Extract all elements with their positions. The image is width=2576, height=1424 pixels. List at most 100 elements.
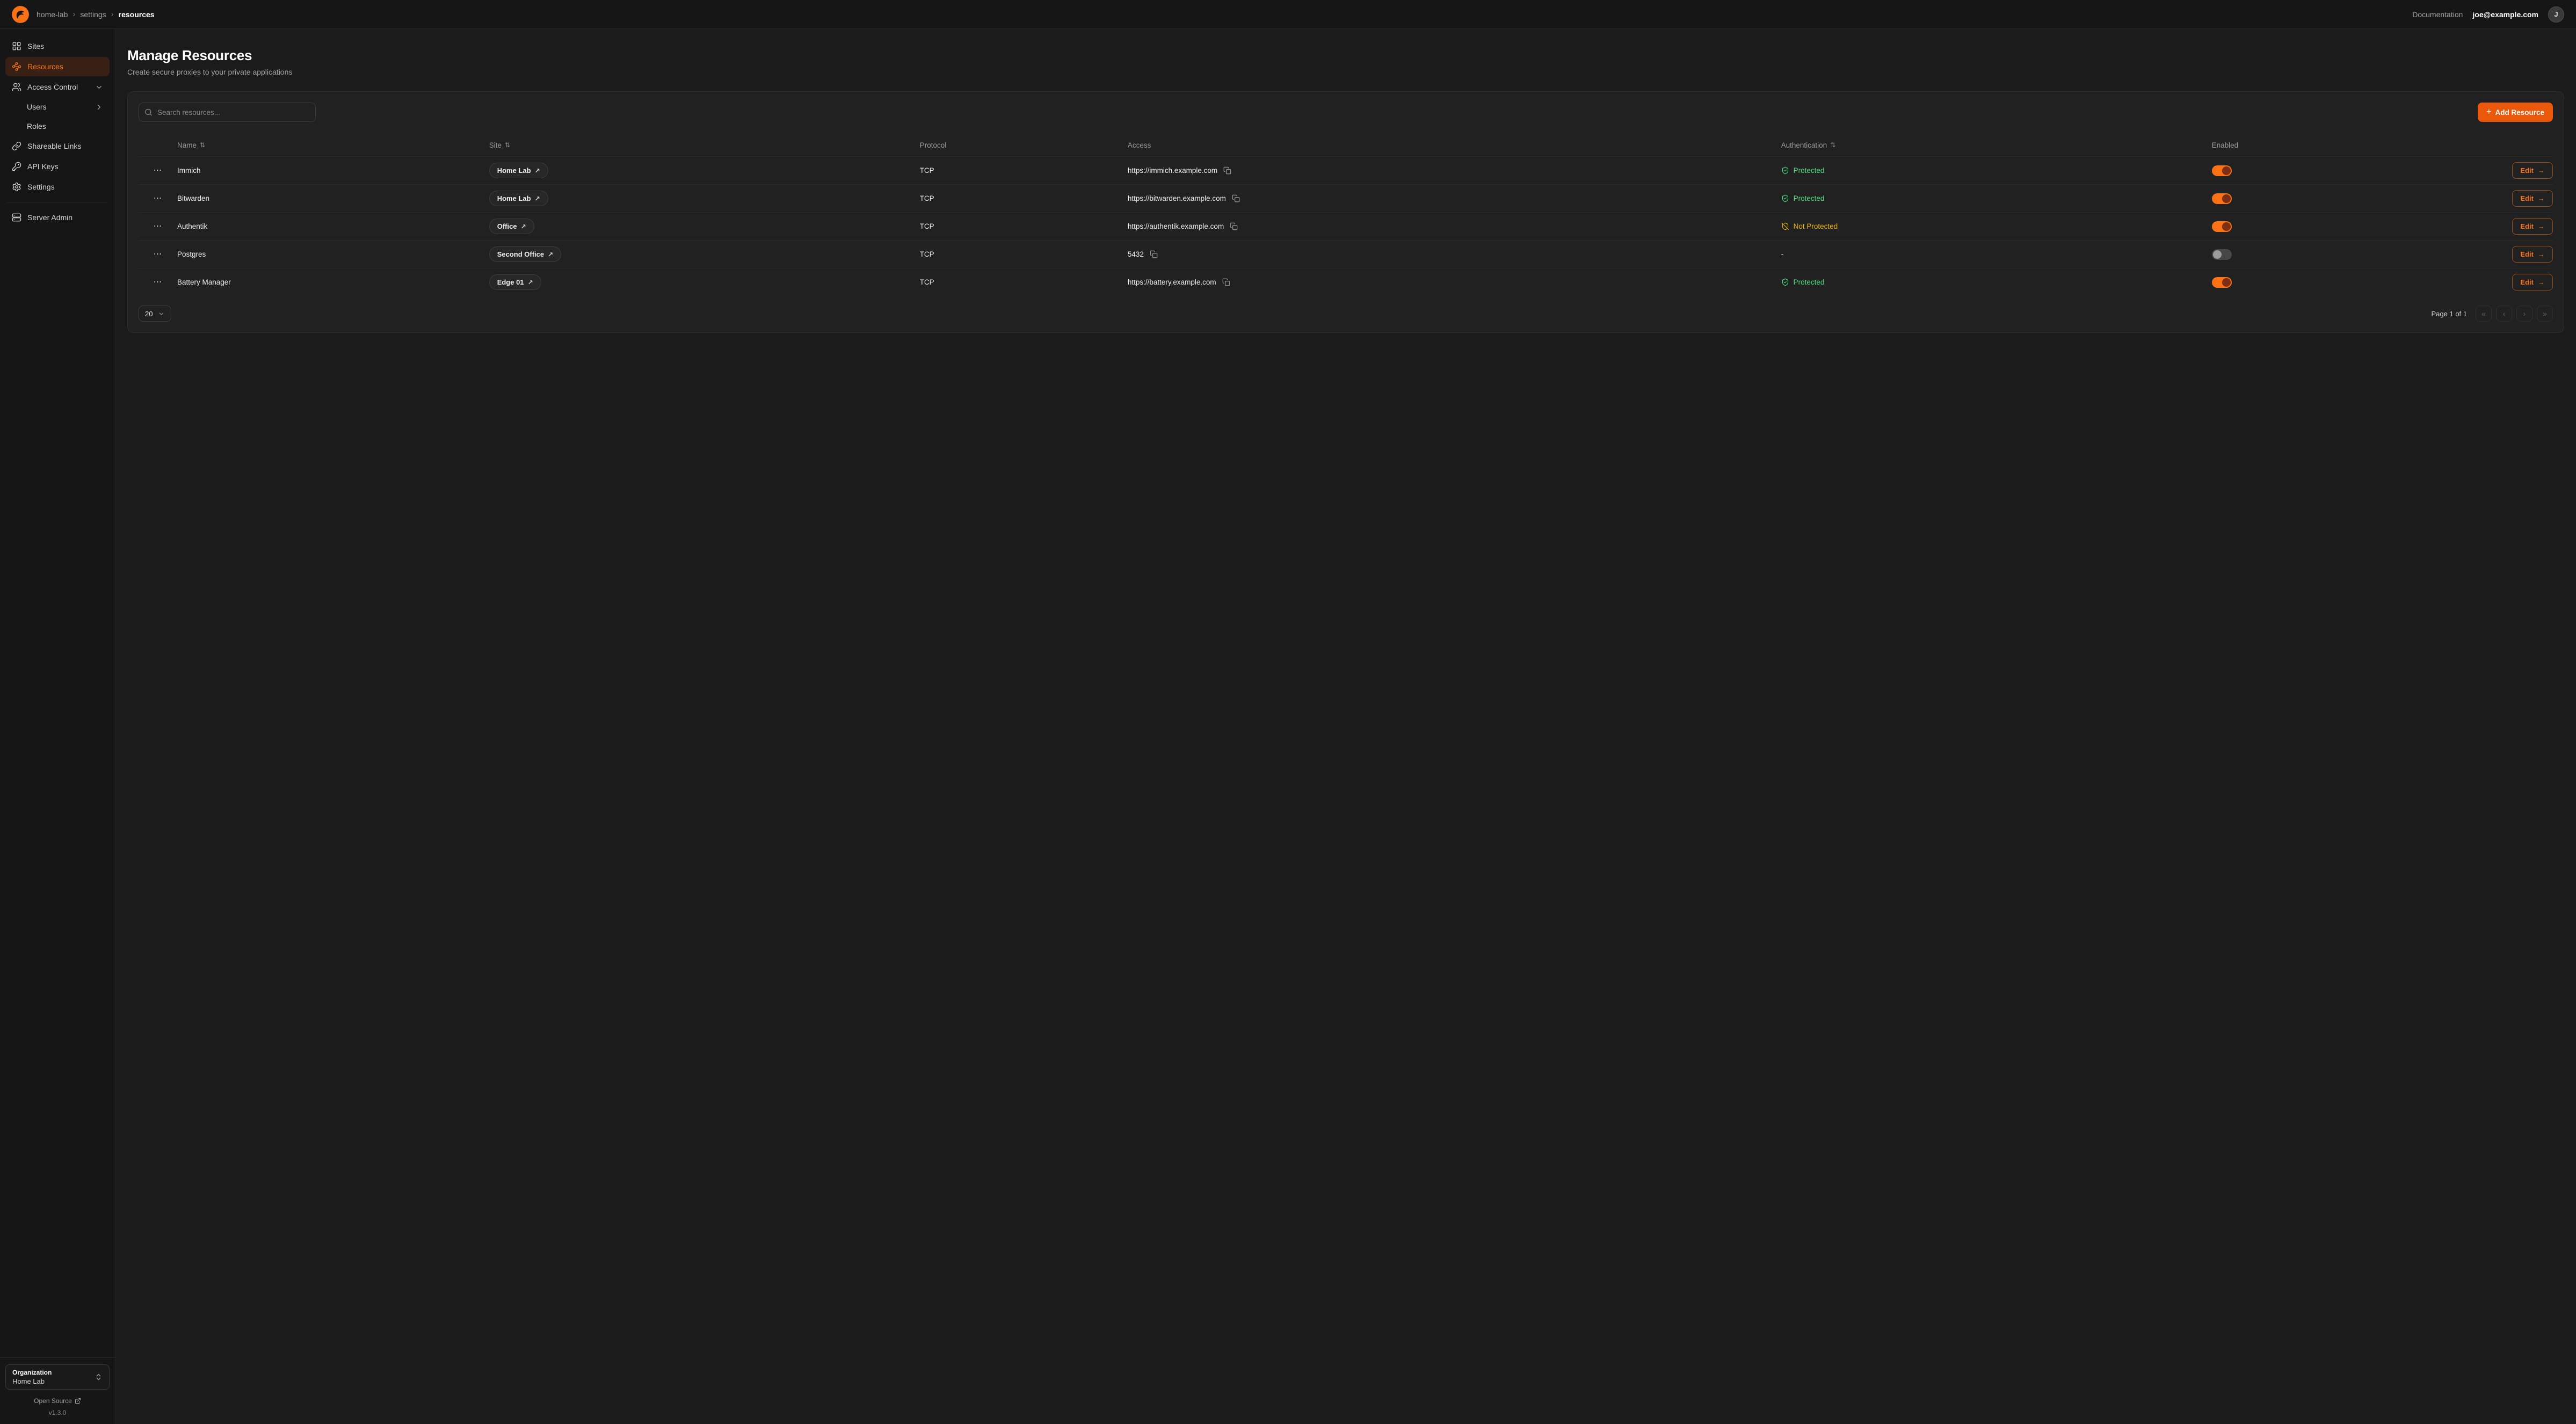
- sidebar-item-server-admin[interactable]: Server Admin: [5, 208, 110, 227]
- row-menu-button[interactable]: ⋯: [149, 276, 167, 289]
- arrow-up-right-icon: ↗: [528, 279, 533, 286]
- column-header-site[interactable]: Site ⇅: [489, 141, 920, 149]
- sidebar-item-label: Users: [27, 103, 47, 111]
- copy-button[interactable]: [1228, 221, 1239, 232]
- search-input[interactable]: [139, 103, 316, 122]
- user-email[interactable]: joe@example.com: [2472, 10, 2538, 19]
- sidebar-item-api-keys[interactable]: API Keys: [5, 157, 110, 176]
- avatar[interactable]: J: [2548, 6, 2564, 23]
- access-value: https://authentik.example.com: [1128, 222, 1224, 230]
- chevron-right-icon: ›: [111, 10, 114, 18]
- arrow-right-icon: →: [2538, 250, 2545, 258]
- table-row: ⋯ Bitwarden Home Lab ↗ TCP https://bitwa…: [139, 184, 2553, 212]
- pagination-next-button[interactable]: ›: [2516, 306, 2533, 322]
- gear-icon: [12, 182, 21, 192]
- copy-icon: [1230, 222, 1238, 230]
- edit-button[interactable]: Edit →: [2512, 274, 2553, 290]
- enabled-toggle[interactable]: [2212, 249, 2232, 260]
- chevron-down-icon: [95, 83, 103, 91]
- breadcrumb-org[interactable]: home-lab: [37, 10, 68, 19]
- search-icon: [144, 108, 153, 117]
- edit-label: Edit: [2520, 278, 2534, 286]
- sidebar-item-access-control[interactable]: Access Control: [5, 77, 110, 97]
- actions-cell: Edit →: [2494, 274, 2553, 290]
- sidebar-item-users[interactable]: Users: [5, 98, 110, 116]
- page-title: Manage Resources: [127, 47, 2564, 64]
- pangolin-logo[interactable]: [12, 6, 29, 23]
- sidebar-item-roles[interactable]: Roles: [5, 117, 110, 135]
- site-link-button[interactable]: Home Lab ↗: [489, 163, 548, 178]
- enabled-toggle[interactable]: [2212, 221, 2232, 232]
- row-menu-button[interactable]: ⋯: [149, 248, 167, 261]
- access-cell: https://battery.example.com: [1128, 277, 1781, 288]
- sidebar-item-sites[interactable]: Sites: [5, 37, 110, 56]
- site-link-button[interactable]: Second Office ↗: [489, 246, 561, 262]
- add-resource-button[interactable]: + Add Resource: [2478, 103, 2553, 122]
- chevrons-right-icon: »: [2543, 309, 2547, 318]
- pagination-first-button[interactable]: «: [2476, 306, 2492, 322]
- pagination-last-button[interactable]: »: [2537, 306, 2553, 322]
- site-cell: Office ↗: [489, 219, 920, 234]
- name-cell: Immich: [177, 166, 489, 175]
- site-link-button[interactable]: Office ↗: [489, 219, 534, 234]
- chevrons-left-icon: «: [2481, 309, 2486, 318]
- copy-icon: [1232, 194, 1240, 202]
- resources-table: Name ⇅ Site ⇅ Protocol Access: [139, 134, 2553, 296]
- column-header-authentication[interactable]: Authentication ⇅: [1781, 141, 2212, 149]
- pagination-prev-button[interactable]: ‹: [2496, 306, 2512, 322]
- row-menu-button[interactable]: ⋯: [149, 220, 167, 233]
- open-source-link[interactable]: Open Source: [5, 1397, 110, 1405]
- site-link-button[interactable]: Home Lab ↗: [489, 191, 548, 206]
- copy-button[interactable]: [1222, 165, 1233, 176]
- chevron-right-icon: [95, 103, 103, 111]
- copy-button[interactable]: [1230, 193, 1242, 204]
- row-menu-cell: ⋯: [139, 248, 177, 261]
- sidebar-item-label: Settings: [27, 183, 55, 191]
- protocol-value: TCP: [920, 222, 934, 230]
- enabled-toggle[interactable]: [2212, 193, 2232, 204]
- copy-button[interactable]: [1221, 277, 1232, 288]
- sidebar: Sites Resources Access Control: [0, 29, 115, 1424]
- breadcrumb-current: resources: [119, 10, 155, 19]
- copy-button[interactable]: [1148, 249, 1159, 260]
- name-cell: Battery Manager: [177, 278, 489, 286]
- column-header-name[interactable]: Name ⇅: [177, 141, 489, 149]
- organization-selector[interactable]: Organization Home Lab: [5, 1364, 110, 1390]
- sidebar-item-settings[interactable]: Settings: [5, 177, 110, 197]
- sidebar-item-shareable-links[interactable]: Shareable Links: [5, 136, 110, 156]
- waypoints-icon: [12, 62, 21, 71]
- sidebar-item-label: Shareable Links: [27, 142, 81, 150]
- sort-icon: ⇅: [1830, 141, 1835, 149]
- authentication-cell: -: [1781, 250, 2212, 258]
- access-value: https://battery.example.com: [1128, 278, 1216, 286]
- protocol-cell: TCP: [920, 250, 1128, 258]
- column-header-access: Access: [1128, 141, 1781, 149]
- documentation-link[interactable]: Documentation: [2412, 10, 2463, 19]
- site-name: Office: [497, 222, 517, 230]
- page-size-select[interactable]: 20: [139, 306, 171, 322]
- actions-cell: Edit →: [2494, 218, 2553, 235]
- sort-icon: ⇅: [200, 141, 205, 149]
- copy-icon: [1150, 250, 1158, 258]
- card-toolbar: + Add Resource: [139, 103, 2553, 122]
- enabled-toggle[interactable]: [2212, 277, 2232, 288]
- edit-button[interactable]: Edit →: [2512, 246, 2553, 263]
- column-header-protocol: Protocol: [920, 141, 1128, 149]
- sidebar-item-resources[interactable]: Resources: [5, 57, 110, 76]
- enabled-cell: [2212, 249, 2494, 260]
- edit-button[interactable]: Edit →: [2512, 218, 2553, 235]
- row-menu-button[interactable]: ⋯: [149, 164, 167, 177]
- plus-icon: +: [2486, 108, 2491, 117]
- sidebar-item-label: Resources: [27, 62, 63, 71]
- row-menu-button[interactable]: ⋯: [149, 192, 167, 205]
- edit-button[interactable]: Edit →: [2512, 162, 2553, 179]
- key-icon: [12, 162, 21, 171]
- site-link-button[interactable]: Edge 01 ↗: [489, 274, 541, 290]
- topbar: home-lab › settings › resources Document…: [0, 0, 2576, 29]
- enabled-toggle[interactable]: [2212, 165, 2232, 176]
- edit-label: Edit: [2520, 166, 2534, 175]
- edit-label: Edit: [2520, 194, 2534, 202]
- breadcrumb-settings[interactable]: settings: [80, 10, 106, 19]
- arrow-up-right-icon: ↗: [548, 251, 553, 258]
- edit-button[interactable]: Edit →: [2512, 190, 2553, 207]
